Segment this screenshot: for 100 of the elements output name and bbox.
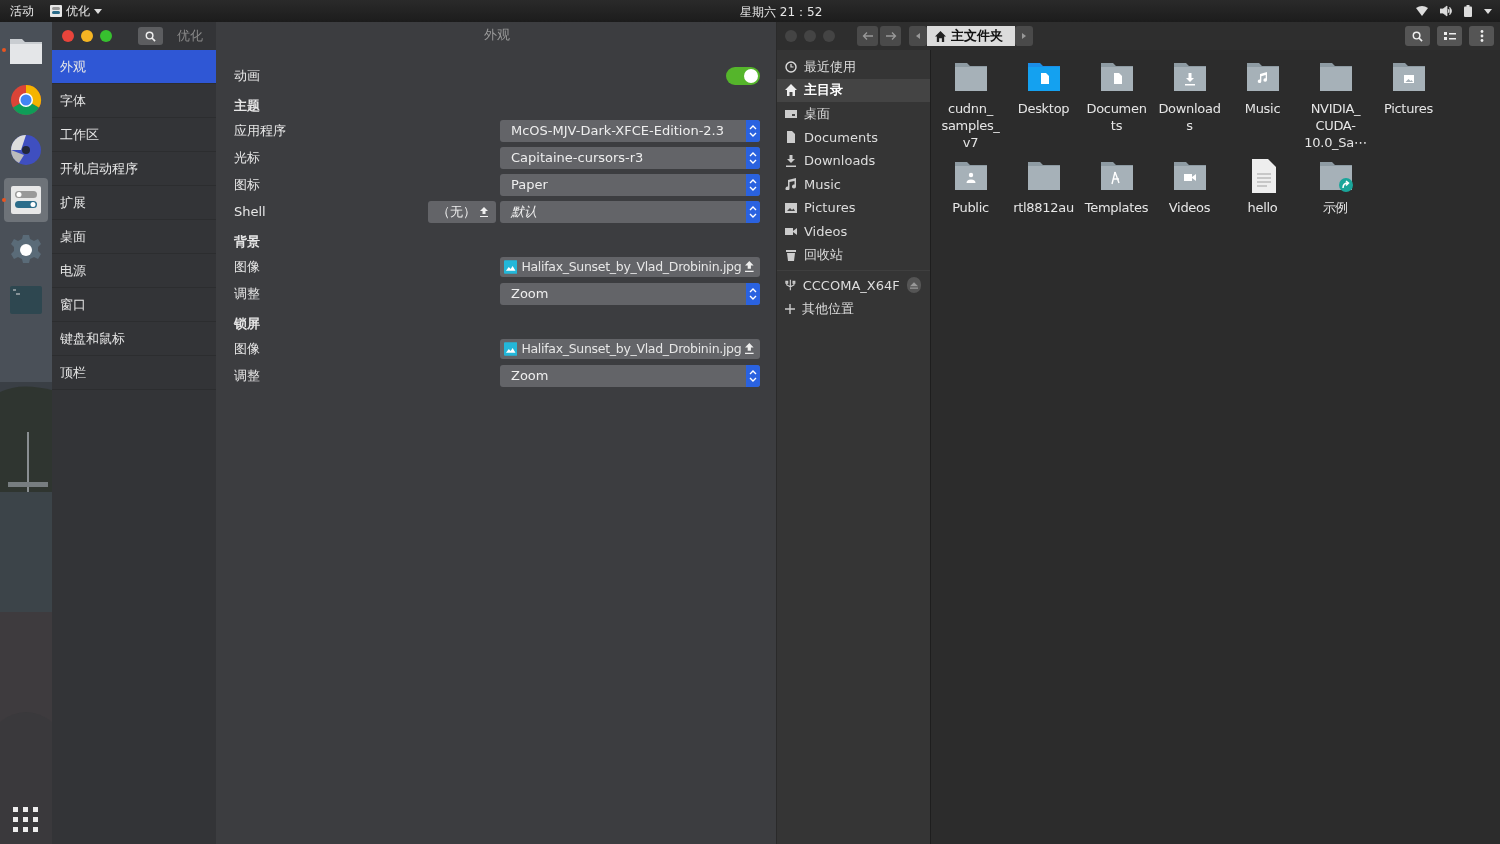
eject-button[interactable] xyxy=(906,277,921,294)
path-scroll-right-button[interactable] xyxy=(1015,26,1033,46)
menu-button[interactable] xyxy=(1469,26,1494,46)
places-item[interactable]: 回收站 xyxy=(777,243,930,267)
places-item[interactable]: Pictures xyxy=(777,196,930,220)
back-button[interactable] xyxy=(857,26,878,46)
file-item[interactable]: NVIDIA_ CUDA- 10.0_Sa⋯ xyxy=(1299,60,1372,151)
picture-icon xyxy=(785,201,797,214)
folder-icon xyxy=(1099,60,1134,94)
sidebar-item[interactable]: 顶栏 xyxy=(52,356,216,390)
clock[interactable]: 星期六 21：52 xyxy=(740,4,823,21)
dropdown[interactable]: Capitaine-cursors-r3 xyxy=(500,146,760,169)
file-chooser-button[interactable]: Halifax_Sunset_by_Vlad_Drobinin.jpg xyxy=(500,338,760,359)
setting-label: 应用程序 xyxy=(234,121,286,140)
setting-label: 光标 xyxy=(234,148,260,167)
sidebar-item[interactable]: 字体 xyxy=(52,84,216,118)
menu-icon xyxy=(1479,30,1484,42)
file-item[interactable]: Pictures xyxy=(1372,60,1445,151)
file-item[interactable]: Videos xyxy=(1153,159,1226,216)
setting-label: 动画 xyxy=(234,66,260,85)
trash-icon xyxy=(785,248,797,261)
folder-icon xyxy=(1391,60,1426,94)
app-menu[interactable]: 优化 xyxy=(50,2,102,20)
file-item[interactable]: cudnn_ samples_ v7 xyxy=(934,60,1007,151)
dropdown[interactable]: McOS-MJV-Dark-XFCE-Edition-2.3 xyxy=(500,119,760,142)
file-item[interactable]: rtl8812au xyxy=(1007,159,1080,216)
setting-label: Shell xyxy=(234,204,266,219)
places-item[interactable]: Documents xyxy=(777,125,930,149)
file-item[interactable]: Documen ts xyxy=(1080,60,1153,151)
sidebar-item[interactable]: 电源 xyxy=(52,254,216,288)
section-heading: 主题 xyxy=(234,97,261,115)
dropdown[interactable]: Zoom xyxy=(500,282,760,305)
search-button[interactable] xyxy=(1405,26,1430,46)
upload-icon xyxy=(745,261,754,272)
folder-icon xyxy=(953,159,988,193)
places-item[interactable]: 桌面 xyxy=(777,102,930,126)
path-button[interactable]: 主文件夹 xyxy=(927,26,1015,46)
sidebar-item[interactable]: 键盘和鼠标 xyxy=(52,322,216,356)
dropdown[interactable]: Paper xyxy=(500,173,760,196)
desktop-icon xyxy=(785,107,797,120)
minimize-button[interactable] xyxy=(81,30,93,42)
folder-icon xyxy=(953,60,988,94)
setting-label: 调整 xyxy=(234,284,260,303)
caret-icon[interactable] xyxy=(1484,8,1492,14)
file-item[interactable]: 示例 xyxy=(1299,159,1372,216)
plus-icon xyxy=(785,303,795,314)
device-item[interactable]: CCCOMA_X64F xyxy=(777,273,930,297)
file-item[interactable]: hello xyxy=(1226,159,1299,216)
app-grid-icon[interactable] xyxy=(13,807,39,833)
sidebar-item[interactable]: 桌面 xyxy=(52,220,216,254)
folder-icon xyxy=(1099,159,1134,193)
aperture-icon xyxy=(10,134,42,166)
dropdown[interactable]: 默认 xyxy=(500,200,760,223)
close-button[interactable] xyxy=(62,30,74,42)
dropdown[interactable]: Zoom xyxy=(500,364,760,387)
places-item[interactable]: 主目录 xyxy=(777,78,930,102)
forward-button[interactable] xyxy=(880,26,901,46)
caret-icon xyxy=(94,8,102,14)
places-item[interactable]: Music xyxy=(777,172,930,196)
folder-icon xyxy=(1026,60,1061,94)
image-file-icon xyxy=(504,259,518,274)
volume-icon[interactable] xyxy=(1440,5,1452,17)
terminal-icon xyxy=(10,286,42,314)
places-item[interactable]: 最近使用 xyxy=(777,55,930,79)
home-icon xyxy=(785,84,797,97)
sidebar-item[interactable]: 工作区 xyxy=(52,118,216,152)
maximize-button[interactable] xyxy=(100,30,112,42)
file-chooser-button[interactable]: Halifax_Sunset_by_Vlad_Drobinin.jpg xyxy=(500,256,760,277)
app-icon xyxy=(50,5,62,17)
setting-label: 图标 xyxy=(234,175,260,194)
file-item[interactable]: Public xyxy=(934,159,1007,216)
dock-item[interactable] xyxy=(4,178,48,222)
wifi-icon[interactable] xyxy=(1416,6,1428,16)
upload-icon xyxy=(479,206,488,217)
file-item[interactable]: Templates xyxy=(1080,159,1153,216)
back-arrow-icon xyxy=(861,31,874,41)
sidebar-item[interactable]: 开机启动程序 xyxy=(52,152,216,186)
places-item[interactable]: Videos xyxy=(777,219,930,243)
path-scroll-left-button[interactable] xyxy=(909,26,927,46)
file-item[interactable]: Music xyxy=(1226,60,1299,151)
install-button[interactable]: （无） xyxy=(428,200,496,223)
video-icon xyxy=(785,225,797,238)
sidebar-item[interactable]: 外观 xyxy=(52,50,216,84)
sidebar-item[interactable]: 窗口 xyxy=(52,288,216,322)
other-locations-item[interactable]: 其他位置 xyxy=(777,297,930,321)
view-toggle-button[interactable] xyxy=(1437,26,1462,46)
file-item[interactable]: Desktop xyxy=(1007,60,1080,151)
window-title: 优化 xyxy=(177,27,203,45)
file-item[interactable]: Download s xyxy=(1153,60,1226,151)
activities-button[interactable]: 活动 xyxy=(10,2,34,20)
folder-icon xyxy=(1318,60,1353,94)
places-item[interactable]: Downloads xyxy=(777,149,930,173)
battery-icon[interactable] xyxy=(1464,5,1472,17)
spinner-arrows-icon xyxy=(749,177,757,192)
search-button[interactable] xyxy=(138,27,163,45)
toggle-switch[interactable] xyxy=(726,66,760,85)
home-icon xyxy=(935,30,946,42)
folder-icon xyxy=(1172,60,1207,94)
sidebar-item[interactable]: 扩展 xyxy=(52,186,216,220)
forward-arrow-icon xyxy=(884,31,897,41)
